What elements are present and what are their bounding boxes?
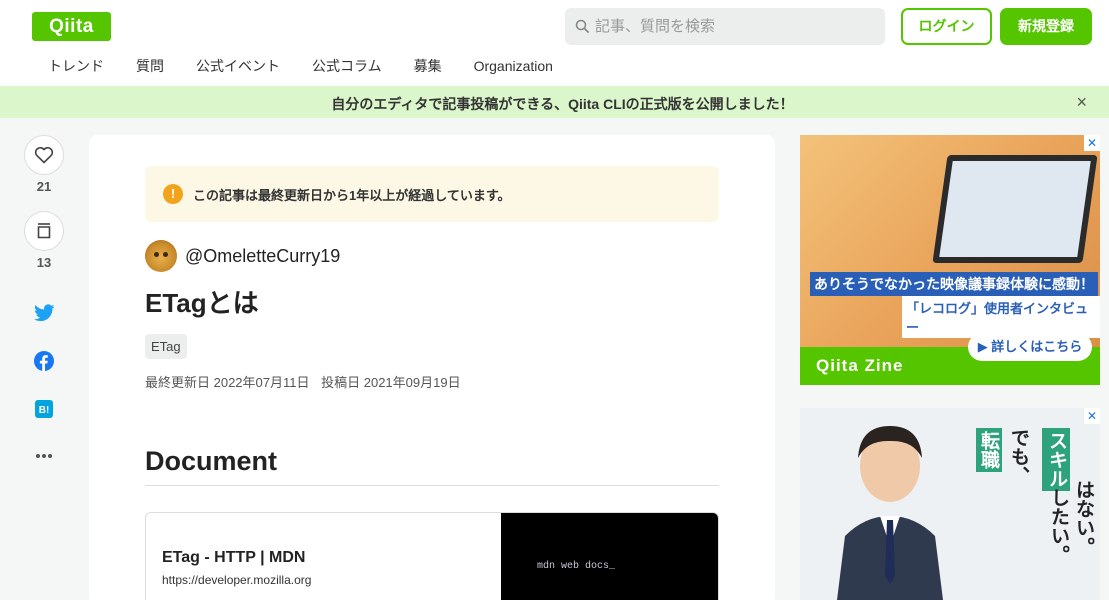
link-card-thumbnail[interactable]: mdn web docs_	[501, 513, 718, 600]
ad-cta-button[interactable]: ▶ 詳しくはこちら	[968, 333, 1092, 361]
search-icon	[575, 19, 589, 33]
more-options-button[interactable]	[33, 445, 55, 467]
ad-caption: ありそうでなかった映像議事録体験に感動！	[810, 272, 1098, 296]
like-count: 21	[36, 179, 52, 194]
ad2-text-3: スキル	[1042, 428, 1070, 491]
twitter-share-button[interactable]	[33, 302, 55, 324]
banner-text[interactable]: 自分のエディタで記事投稿ができる、Qiita CLIの正式版を公開しました！	[0, 94, 1109, 114]
ad-subcaption: 「レコログ」使用者インタビュー	[902, 296, 1100, 338]
posted-date: 投稿日 2021年09月19日	[321, 375, 461, 390]
ad-brand: Qiita Zine	[816, 356, 904, 375]
mdn-logo-text: mdn web docs_	[537, 561, 616, 572]
article-sidebar: 21 13	[24, 135, 64, 270]
link-card-title[interactable]: ETag - HTTP | MDN	[162, 549, 305, 567]
outdated-notice: ! この記事は最終更新日から1年以上が経過しています。	[145, 166, 719, 222]
updated-date: 最終更新日 2022年07月11日	[145, 375, 310, 390]
stock-count: 13	[36, 255, 52, 270]
ad2-text-1: 転職	[976, 428, 1002, 472]
hatena-bookmark-icon: B!	[35, 400, 53, 418]
section-heading: Document	[145, 446, 719, 486]
hatena-bookmark-button[interactable]: B!	[33, 398, 55, 420]
person-image	[837, 426, 943, 600]
login-button[interactable]: ログイン	[901, 8, 992, 45]
notice-text: この記事は最終更新日から1年以上が経過しています。	[193, 188, 511, 203]
nav-trend[interactable]: トレンド	[32, 56, 120, 78]
avatar[interactable]	[145, 240, 177, 272]
announcement-banner: 自分のエディタで記事投稿ができる、Qiita CLIの正式版を公開しました！ ×	[0, 86, 1109, 118]
facebook-icon	[34, 351, 54, 371]
article-title: ETagとは	[145, 288, 259, 318]
ad2-text-2: でも、	[1008, 428, 1029, 485]
nav-questions[interactable]: 質問	[120, 56, 180, 78]
ad-close-icon[interactable]: ✕	[1084, 408, 1100, 424]
heart-icon	[34, 146, 54, 164]
twitter-icon	[33, 304, 55, 322]
facebook-share-button[interactable]	[33, 350, 55, 372]
nav-recruiting[interactable]: 募集	[398, 56, 458, 78]
search-input[interactable]	[595, 8, 875, 45]
link-card[interactable]: ETag - HTTP | MDN https://developer.mozi…	[145, 512, 719, 600]
tag-etag[interactable]: ETag	[145, 334, 187, 359]
ad2-text-4: したい。	[1048, 488, 1069, 564]
article-container: ! この記事は最終更新日から1年以上が経過しています。 @OmeletteCur…	[89, 135, 775, 600]
author-info[interactable]: @OmeletteCurry19	[145, 240, 340, 272]
laptop-screen-graphic	[932, 155, 1098, 263]
link-card-url[interactable]: https://developer.mozilla.org	[162, 573, 311, 587]
nav-official-columns[interactable]: 公式コラム	[296, 56, 398, 78]
more-horizontal-icon	[36, 454, 52, 458]
nav-official-events[interactable]: 公式イベント	[180, 56, 296, 78]
author-name[interactable]: @OmeletteCurry19	[185, 246, 340, 267]
signup-button[interactable]: 新規登録	[1000, 8, 1092, 45]
stock-button[interactable]	[24, 211, 64, 251]
info-icon: !	[163, 184, 183, 204]
search-box[interactable]	[565, 8, 885, 45]
qiita-logo[interactable]: Qiita	[32, 12, 111, 41]
close-icon[interactable]: ×	[1076, 92, 1087, 113]
ad2-text-5: はない。	[1073, 480, 1094, 556]
site-header: Qiita ログイン 新規登録 トレンド 質問 公式イベント 公式コラム 募集 …	[0, 0, 1109, 86]
article-dates: 最終更新日 2022年07月11日 投稿日 2021年09月19日	[145, 372, 469, 391]
ad-brand-bar: Qiita Zine ▶ 詳しくはこちら	[800, 333, 1100, 385]
ad-close-icon[interactable]: ✕	[1084, 135, 1100, 151]
svg-text:B!: B!	[39, 405, 50, 416]
stock-icon	[37, 223, 51, 239]
nav-organization[interactable]: Organization	[458, 56, 569, 78]
main-nav: トレンド 質問 公式イベント 公式コラム 募集 Organization	[32, 56, 569, 78]
like-button[interactable]	[24, 135, 64, 175]
ad-banner-career[interactable]: 転職 でも、 スキル したい。 はない。 ✕	[800, 408, 1100, 600]
ad-banner-qiita-zine[interactable]: ありそうでなかった映像議事録体験に感動！ 「レコログ」使用者インタビュー Qii…	[800, 135, 1100, 385]
